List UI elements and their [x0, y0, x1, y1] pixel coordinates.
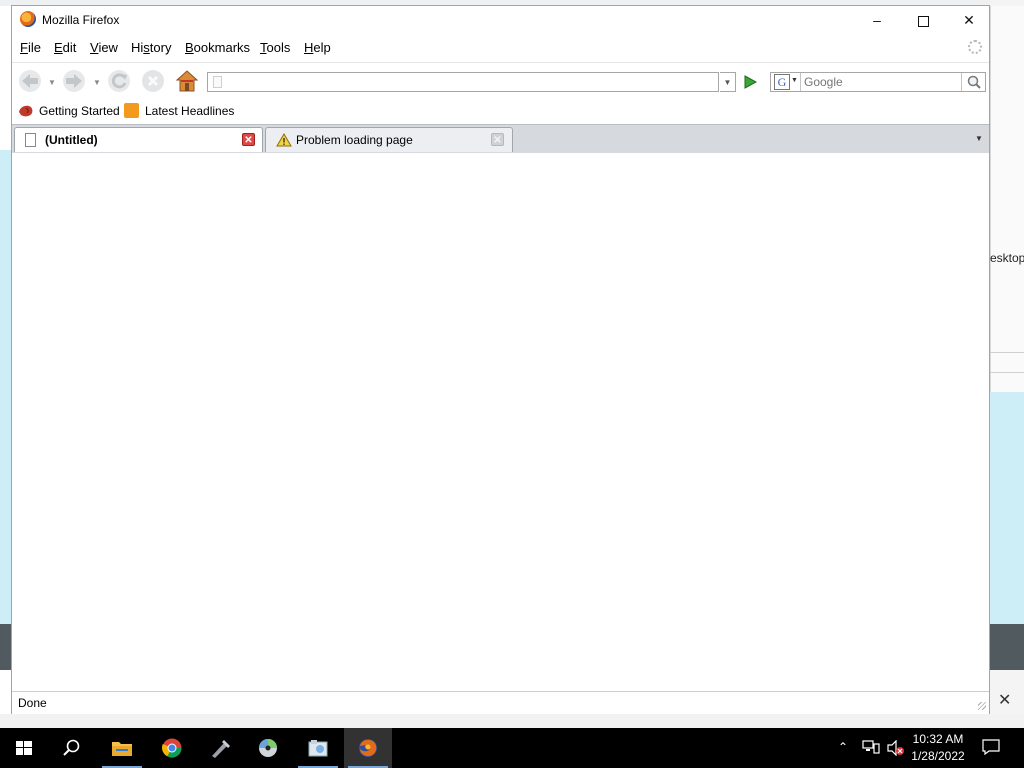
- resize-grip-icon[interactable]: [978, 702, 986, 710]
- start-button[interactable]: [0, 728, 48, 768]
- desktop-bottom-strip: [0, 714, 1024, 728]
- go-arrow-icon[interactable]: [740, 73, 760, 91]
- taskbar: ⌃ 10:32 AM 1/28/2022: [0, 728, 1024, 768]
- menu-help[interactable]: Help: [304, 40, 331, 55]
- tab-label: Problem loading page: [296, 133, 413, 147]
- home-icon[interactable]: [175, 69, 199, 93]
- notification-center-icon[interactable]: [982, 739, 1000, 755]
- clock-date[interactable]: 1/28/2022: [908, 749, 968, 763]
- taskbar-firefox[interactable]: [344, 728, 392, 768]
- menu-history[interactable]: History: [131, 40, 171, 55]
- close-window-button[interactable]: ✕: [946, 6, 992, 34]
- desktop-dark-band: [0, 624, 11, 670]
- firefox-logo-icon: [20, 11, 36, 27]
- background-window-label: esktop: [990, 251, 1024, 265]
- blank-page-icon: [25, 133, 36, 147]
- throbber-icon: [968, 40, 982, 54]
- bookmark-getting-started[interactable]: Getting Started: [39, 104, 120, 118]
- search-input[interactable]: [804, 74, 954, 90]
- warning-icon: [276, 133, 292, 147]
- reload-icon[interactable]: [107, 69, 131, 93]
- background-divider: [990, 352, 1024, 353]
- menu-tools[interactable]: Tools: [260, 40, 290, 55]
- taskbar-package-app[interactable]: [294, 728, 342, 768]
- search-icon[interactable]: [961, 73, 986, 91]
- minimize-icon: –: [873, 12, 881, 28]
- back-history-dropdown[interactable]: ▼: [48, 78, 56, 87]
- url-bar[interactable]: [207, 72, 719, 92]
- firefox-bookmark-icon: [19, 105, 33, 117]
- close-tab-icon[interactable]: ✕: [242, 133, 255, 146]
- tray-chevron-up-icon[interactable]: ⌃: [838, 740, 848, 754]
- desktop-wallpaper: [0, 150, 11, 624]
- status-text: Done: [18, 696, 47, 710]
- search-box[interactable]: G ▼: [770, 72, 986, 92]
- title-bar[interactable]: Mozilla Firefox – ✕: [12, 6, 989, 34]
- tab-bar: (Untitled) ✕ Problem loading page ✕ ▼: [12, 124, 989, 154]
- tab-list-dropdown[interactable]: ▼: [971, 129, 987, 149]
- taskbar-disc-app[interactable]: [244, 728, 292, 768]
- maximize-button[interactable]: [900, 6, 946, 34]
- tab-problem-loading[interactable]: Problem loading page ✕: [265, 127, 513, 152]
- back-arrow-icon[interactable]: [18, 69, 42, 93]
- taskbar-search-button[interactable]: [48, 728, 96, 768]
- tab-untitled[interactable]: (Untitled) ✕: [14, 127, 263, 152]
- firefox-window: Mozilla Firefox – ✕ File Edit View Histo…: [11, 5, 990, 714]
- background-window-panel: [990, 6, 1024, 392]
- desktop-wallpaper: [990, 392, 1024, 624]
- search-icon: [63, 739, 80, 756]
- url-input[interactable]: [226, 74, 716, 90]
- taskbar-chrome[interactable]: [148, 728, 196, 768]
- taskbar-tool-app[interactable]: [196, 728, 244, 768]
- chrome-icon: [162, 738, 182, 758]
- page-icon: [213, 76, 222, 88]
- windows-logo-icon: [16, 741, 32, 755]
- google-icon: G: [774, 74, 790, 90]
- window-title: Mozilla Firefox: [42, 13, 120, 27]
- clock-time[interactable]: 10:32 AM: [908, 732, 968, 746]
- stop-icon[interactable]: [141, 69, 165, 93]
- search-engine-selector[interactable]: G ▼: [771, 73, 801, 91]
- menu-view[interactable]: View: [90, 40, 118, 55]
- desktop-dark-band: [990, 624, 1024, 670]
- minimize-button[interactable]: –: [854, 6, 900, 34]
- navigation-toolbar: ▼ ▼ ▼ G ▼: [12, 62, 989, 100]
- background-divider: [990, 372, 1024, 373]
- tool-icon: [212, 740, 230, 758]
- forward-history-dropdown[interactable]: ▼: [93, 78, 101, 87]
- status-bar: Done: [12, 691, 989, 714]
- close-icon: ✕: [963, 12, 975, 28]
- chevron-down-icon: ▼: [791, 77, 798, 84]
- menu-edit[interactable]: Edit: [54, 40, 76, 55]
- page-content[interactable]: [12, 153, 989, 691]
- volume-muted-icon[interactable]: [886, 740, 904, 756]
- firefox-logo-icon: [359, 739, 377, 757]
- bookmark-latest-headlines[interactable]: Latest Headlines: [145, 104, 234, 118]
- url-history-dropdown[interactable]: ▼: [720, 72, 736, 92]
- disc-icon: [259, 739, 277, 757]
- folder-icon: [112, 742, 132, 756]
- background-close-icon[interactable]: ✕: [998, 690, 1011, 710]
- close-tab-icon[interactable]: ✕: [491, 133, 504, 146]
- taskbar-file-explorer[interactable]: [98, 728, 146, 768]
- maximize-icon: [917, 15, 929, 27]
- menu-file[interactable]: File: [20, 40, 41, 55]
- forward-arrow-icon[interactable]: [62, 69, 86, 93]
- menu-bar: File Edit View History Bookmarks Tools H…: [12, 34, 989, 60]
- bookmarks-toolbar: Getting Started Latest Headlines: [12, 99, 989, 123]
- rss-feed-icon: [124, 103, 139, 118]
- network-icon[interactable]: [862, 740, 880, 754]
- tab-label: (Untitled): [45, 133, 98, 147]
- menu-bookmarks[interactable]: Bookmarks: [185, 40, 250, 55]
- package-icon: [308, 740, 328, 757]
